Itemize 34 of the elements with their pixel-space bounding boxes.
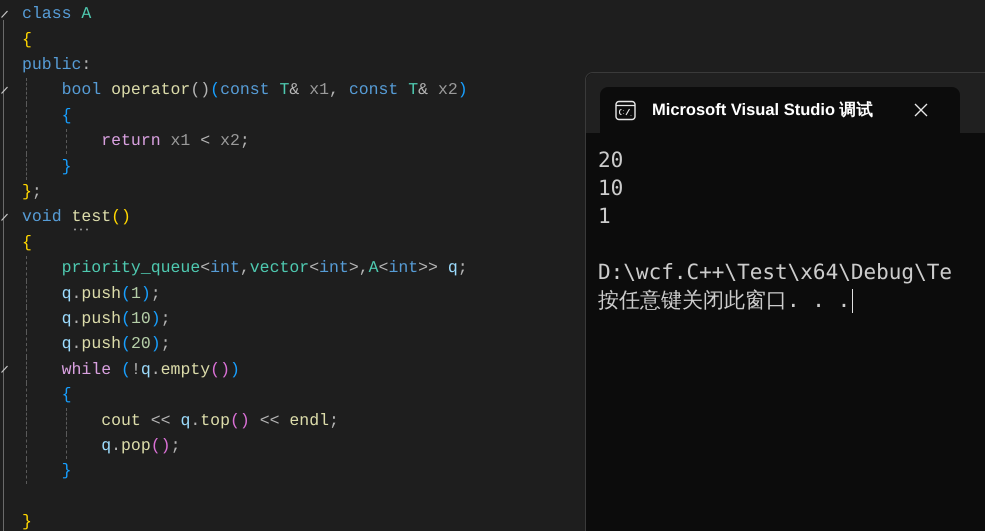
code-line: cout << q.top() << endl; (100, 410, 339, 432)
code-line: }; (22, 181, 42, 204)
code-line: class A (22, 3, 92, 26)
code-line: return x1 < x2; (100, 130, 250, 152)
console-title: Microsoft Visual Studio 调试 (652, 100, 875, 121)
code-line: { (22, 28, 32, 51)
fold-icon[interactable] (1, 365, 8, 374)
code-line: public: (22, 54, 92, 76)
code-line: void test() (22, 205, 131, 230)
code-line: } (22, 511, 32, 531)
code-line: q.push(1); (60, 282, 161, 305)
code-line: { (60, 384, 72, 406)
close-icon[interactable] (914, 103, 928, 117)
code-line: priority_queue<int,vector<int>,A<int>> q; (60, 257, 468, 280)
console-path: D:\wcf.C++\Test\x64\Debug\Te (598, 259, 952, 286)
code-line: while (!q.empty()) (60, 358, 240, 381)
code-line: bool operator()(const T& x1, const T& x2) (60, 79, 468, 102)
console-output-line: 20 (598, 147, 624, 174)
code-line: q.push(10); (60, 308, 171, 330)
terminal-icon (615, 100, 636, 120)
code-line: q.pop(); (100, 434, 180, 457)
text-cursor (852, 289, 854, 313)
fold-icon[interactable] (1, 86, 8, 94)
code-line: { (60, 104, 72, 127)
fold-icon[interactable] (1, 10, 8, 18)
code-line: } (60, 460, 72, 482)
code-line: q.push(20); (60, 333, 171, 356)
console-output-line: 1 (598, 203, 611, 230)
code-line: { (22, 232, 32, 254)
console-prompt: 按任意键关闭此窗口. . . (598, 287, 850, 314)
console-output-line: 10 (598, 175, 624, 202)
fold-icon[interactable] (1, 213, 8, 222)
console-tab[interactable]: Microsoft Visual Studio 调试 (600, 87, 960, 133)
code-line: } (60, 156, 72, 178)
